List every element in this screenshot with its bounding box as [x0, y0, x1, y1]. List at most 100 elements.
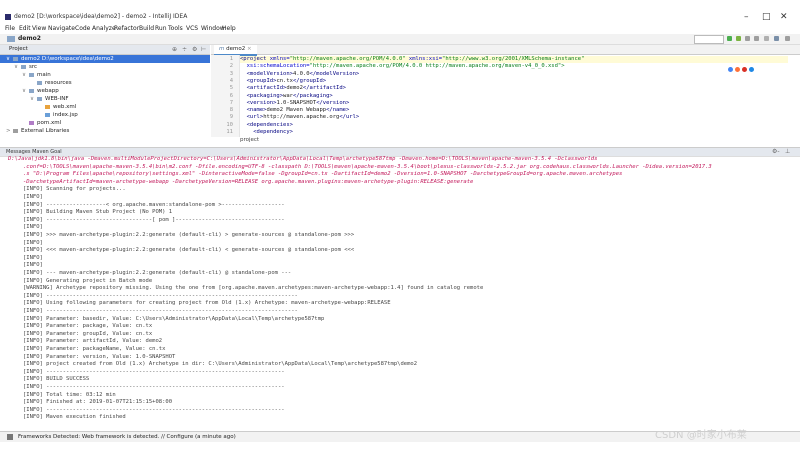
maximize-button[interactable]: □: [762, 12, 771, 22]
ie-icon[interactable]: [749, 67, 754, 72]
messages-panel-title: Messages Maven Goal: [6, 149, 62, 155]
log-line: [INFO] BUILD SUCCESS: [23, 376, 90, 383]
menu-code[interactable]: Code: [75, 25, 90, 32]
update-icon[interactable]: [764, 36, 769, 41]
tree-item-label: demo2 D:\workspace\idea\demo2: [21, 56, 114, 62]
nav-project-name[interactable]: demo2: [18, 35, 41, 42]
log-line: [INFO] >>> maven-archetype-plugin:2.2:ge…: [23, 232, 355, 238]
code-line: <url>http://maven.apache.org</url>: [240, 114, 360, 121]
log-line: [INFO] <<< maven-archetype-plugin:2.2:ge…: [23, 247, 355, 254]
search-icon[interactable]: [785, 36, 790, 41]
tree-item[interactable]: index.jsp: [38, 111, 78, 119]
code-line: <dependencies>: [240, 121, 293, 128]
line-number: 9: [229, 114, 233, 121]
log-line: [INFO]: [23, 262, 43, 269]
menu-analyze[interactable]: Analyze: [92, 25, 116, 32]
menu-vcs[interactable]: VCS: [186, 25, 198, 32]
code-line: <project xmlns="http://maven.apache.org/…: [240, 56, 788, 63]
code-editor[interactable]: <project xmlns="http://maven.apache.org/…: [240, 55, 788, 137]
firefox-icon[interactable]: [735, 67, 740, 72]
menu-run[interactable]: Run: [155, 25, 167, 32]
status-message[interactable]: Frameworks Detected: Web framework is de…: [18, 434, 236, 440]
log-line: [INFO] ---------------------------------…: [23, 384, 285, 390]
chevron-down-icon[interactable]: ∨: [22, 87, 29, 95]
opera-icon[interactable]: [742, 67, 747, 72]
chevron-down-icon[interactable]: ∨: [22, 71, 29, 79]
log-line: [INFO]: [23, 239, 43, 246]
gear-icon[interactable]: ⚙: [192, 46, 197, 53]
tree-item[interactable]: ∨ webapp: [22, 87, 59, 95]
run-config-select[interactable]: [694, 35, 724, 44]
tree-item-label: src: [29, 64, 38, 70]
tree-item[interactable]: ∨ demo2 D:\workspace\idea\demo2: [6, 55, 114, 63]
menu-edit[interactable]: Edit: [19, 25, 31, 32]
tree-item[interactable]: resources: [30, 79, 72, 87]
code-line: <name>demo2 Maven Webapp</name>: [240, 107, 350, 114]
tree-item-label: WEB-INF: [45, 96, 69, 102]
chrome-icon[interactable]: [728, 67, 733, 72]
hide-icon[interactable]: ⊢: [201, 46, 206, 53]
chevron-down-icon[interactable]: ∨: [6, 55, 13, 63]
tree-item-label: index.jsp: [53, 112, 78, 118]
tree-item[interactable]: > External Libraries: [6, 127, 69, 135]
tree-item[interactable]: ∨ WEB-INF: [30, 95, 69, 103]
chevron-down-icon[interactable]: ∨: [14, 63, 21, 71]
tree-item[interactable]: ∨ src: [14, 63, 37, 71]
log-line: [INFO] --------------------------------[…: [23, 216, 285, 223]
menu-build[interactable]: Build: [139, 25, 154, 32]
menu-view[interactable]: View: [32, 25, 46, 32]
project-panel-header: Project ⊕ ÷ ⚙ ⊢: [0, 45, 210, 55]
title-bar: demo2 [D:\workspace\idea\demo2] - demo2 …: [0, 0, 800, 22]
run-icon[interactable]: [727, 36, 732, 41]
log-line: [INFO] Generating project in Batch mode: [23, 277, 153, 284]
log-line: [INFO] Parameter: groupId, Value: cn.tx: [23, 330, 153, 337]
line-number: 7: [229, 99, 233, 106]
watermark: CSDN @时家小布莱: [655, 430, 747, 441]
tree-item-label: pom.xml: [37, 120, 62, 126]
code-line: <packaging>war</packaging>: [240, 92, 333, 99]
log-line: [INFO]: [23, 194, 43, 200]
locate-icon[interactable]: ⊕: [172, 46, 177, 53]
gear-icon[interactable]: ⚙-: [772, 148, 780, 155]
line-number: 4: [229, 77, 233, 84]
line-number: 1: [229, 56, 233, 62]
coverage-icon[interactable]: [745, 36, 750, 41]
menu-tools[interactable]: Tools: [168, 25, 183, 32]
menu-refactor[interactable]: Refactor: [114, 25, 139, 32]
minimize-button[interactable]: –: [744, 12, 749, 22]
project-structure-icon[interactable]: [774, 36, 779, 41]
collapse-icon[interactable]: ÷: [182, 46, 187, 53]
chevron-down-icon[interactable]: ∨: [30, 95, 37, 103]
folder-icon: [13, 56, 18, 61]
project-panel-title[interactable]: Project: [9, 46, 28, 52]
log-line: [INFO] Maven execution finished: [23, 414, 126, 421]
navigation-bar: demo2: [0, 34, 800, 45]
stop-icon[interactable]: [754, 36, 759, 41]
menu-file[interactable]: File: [5, 25, 15, 32]
hide-panel-icon[interactable]: ⊥: [785, 148, 790, 155]
breadcrumb[interactable]: project: [240, 137, 259, 143]
project-tree: ∨ demo2 D:\workspace\idea\demo2 ∨ src ∨ main r…: [0, 55, 210, 139]
tree-item[interactable]: web.xml: [38, 103, 76, 111]
close-button[interactable]: ✕: [780, 12, 788, 22]
toggle-tool-windows-icon[interactable]: [7, 434, 13, 440]
log-line: [INFO] ---------------------------------…: [23, 292, 298, 299]
log-line: [INFO]: [23, 254, 43, 261]
window-title: demo2 [D:\workspace\idea\demo2] - demo2 …: [14, 13, 188, 20]
command-line: -DarchetypeArtifactId=maven-archetype-we…: [23, 178, 474, 185]
debug-icon[interactable]: [736, 36, 741, 41]
log-line: [INFO] ------------------< org.apache.ma…: [23, 201, 285, 208]
chevron-right-icon[interactable]: >: [6, 127, 13, 135]
folder-icon: [37, 80, 42, 85]
menu-help[interactable]: Help: [222, 25, 236, 32]
folder-icon: [29, 72, 34, 77]
code-line: <modelVersion>4.0.0</modelVersion>: [240, 70, 360, 77]
command-line: .s "D:\Program Files\apache\repository\s…: [23, 171, 623, 178]
tree-item[interactable]: ∨ main: [22, 71, 51, 79]
tree-item[interactable]: pom.xml: [22, 119, 61, 127]
menu-navigate[interactable]: Navigate: [48, 25, 75, 32]
tree-item-label: webapp: [37, 88, 59, 94]
library-icon: [13, 128, 18, 133]
maven-console: D:\Java\jdk1.8\bin\java -Dmaven.multiMod…: [4, 156, 796, 428]
line-number-gutter: 1 2 3 4 5 6 7 8 9 10 11: [211, 55, 240, 137]
